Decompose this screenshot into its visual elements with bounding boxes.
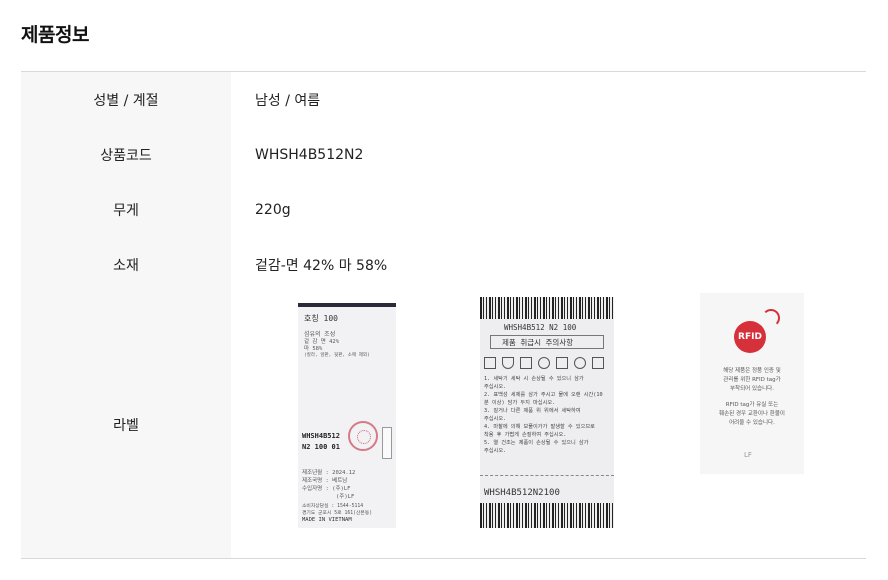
label-images-cell: 호칭 100 섬유의 조성 겉 감 면 42% 마 58% (칼라, 앞판, 뒷… bbox=[231, 292, 866, 559]
table-row: 소재 겉감-면 42% 마 58% bbox=[21, 237, 866, 293]
label-text: 호칭 100 bbox=[304, 313, 338, 323]
table-row-label-images: 라벨 호칭 100 섬유의 조성 겉 감 면 42% 마 58% (칼라, 앞판… bbox=[21, 292, 866, 559]
row-value: 겉감-면 42% 마 58% bbox=[255, 258, 388, 274]
row-label: 성별 / 계절 bbox=[21, 71, 231, 128]
brand-logo: LF bbox=[744, 450, 752, 459]
label-text: 소비자상담실 : 1544-5114 bbox=[302, 503, 364, 509]
rfid-tag-image: RFID 해당 제품은 정품 인증 및 관리를 위한 RFID tag가 부착되… bbox=[700, 292, 804, 474]
certification-stamp-icon bbox=[348, 420, 378, 451]
label-text: 부착되어 있습니다. bbox=[730, 385, 774, 392]
label-text: 해당 제품은 정품 인증 및 bbox=[723, 367, 781, 374]
label-text: RFID tag가 유실 또는 bbox=[725, 401, 779, 408]
label-text: 제품 취급시 주의사항 bbox=[502, 337, 574, 347]
product-info-table: 성별 / 계절 남성 / 여름 상품코드 WHSH4B512N2 무게 220g… bbox=[21, 71, 866, 559]
care-label-image-1: 호칭 100 섬유의 조성 겉 감 면 42% 마 58% (칼라, 앞판, 뒷… bbox=[298, 302, 396, 528]
label-text: WHSH4B512 N2 100 bbox=[504, 322, 577, 332]
row-value: WHSH4B512N2 bbox=[255, 147, 364, 163]
label-text: 마 58% bbox=[304, 345, 323, 352]
label-text: 착용 후 가볍게 손질하여 주십시오. bbox=[484, 431, 567, 438]
label-text: 제조년월 : 2024.12 bbox=[302, 469, 356, 476]
label-text: 훼손된 경우 교환이나 환불이 bbox=[719, 410, 785, 417]
section-title: 제품정보 bbox=[21, 24, 89, 46]
label-text: 주십시오. bbox=[484, 415, 507, 422]
label-images: 호칭 100 섬유의 조성 겉 감 면 42% 마 58% (칼라, 앞판, 뒷… bbox=[231, 292, 866, 558]
row-value: 남성 / 여름 bbox=[255, 92, 321, 109]
label-text: 주십시오. bbox=[484, 383, 507, 390]
table-row: 성별 / 계절 남성 / 여름 bbox=[21, 71, 866, 128]
label-text: WHSH4B512 bbox=[302, 431, 340, 440]
barcode-icon bbox=[480, 502, 614, 528]
row-label: 무게 bbox=[21, 182, 231, 238]
label-text: 경기도 군포시 5로 161(산본동) bbox=[302, 510, 373, 516]
row-value: 220g bbox=[255, 202, 291, 218]
label-text: 5. 열 건조는 제품이 손상될 수 있으니 삼가 bbox=[484, 439, 589, 446]
table-row: 상품코드 WHSH4B512N2 bbox=[21, 127, 866, 183]
label-text: 1. 세탁기 세탁 시 손상될 수 있으니 삼가 bbox=[484, 375, 584, 382]
rfid-logo: RFID bbox=[734, 320, 766, 353]
label-text: 수입자명 : (주)LF bbox=[302, 485, 351, 492]
row-label: 라벨 bbox=[21, 292, 231, 558]
label-text: (칼라, 앞판, 뒷판, 소매 제외) bbox=[304, 352, 370, 358]
label-text: 2. 표백성 세제를 삼가 주시고 물에 오랜 시간(10 bbox=[484, 391, 603, 398]
label-text: 4. 마찰에 의해 보풀이가가 발생할 수 있으므로 bbox=[484, 423, 595, 430]
label-text: N2 100 01 bbox=[302, 442, 340, 451]
label-text: 3. 짙거나 다른 제품 위 위에서 세탁하여 bbox=[484, 407, 581, 414]
side-tag-icon bbox=[382, 426, 392, 459]
row-label: 상품코드 bbox=[21, 127, 231, 183]
label-text: (주)LF bbox=[336, 493, 355, 500]
label-text: MADE IN VIETNAM bbox=[302, 516, 352, 523]
signal-wave-icon bbox=[762, 308, 780, 327]
label-text: 관리를 위한 RFID tag가 bbox=[723, 376, 781, 383]
barcode-icon bbox=[480, 296, 614, 319]
label-text: 어려울 수 있습니다. bbox=[729, 419, 775, 426]
label-text: WHSH4B512N2100 bbox=[484, 487, 560, 498]
row-label: 소재 bbox=[21, 237, 231, 293]
divider bbox=[480, 474, 614, 476]
label-text: 분 이상) 담가 두지 마십시오. bbox=[484, 399, 556, 406]
label-text: 주십시오. bbox=[484, 447, 507, 454]
table-row: 무게 220g bbox=[21, 182, 866, 238]
care-label-image-2: WHSH4B512 N2 100 제품 취급시 주의사항 1. 세탁기 세탁 시… bbox=[480, 296, 614, 528]
label-text: 제조국명 : 베트남 bbox=[302, 477, 348, 484]
